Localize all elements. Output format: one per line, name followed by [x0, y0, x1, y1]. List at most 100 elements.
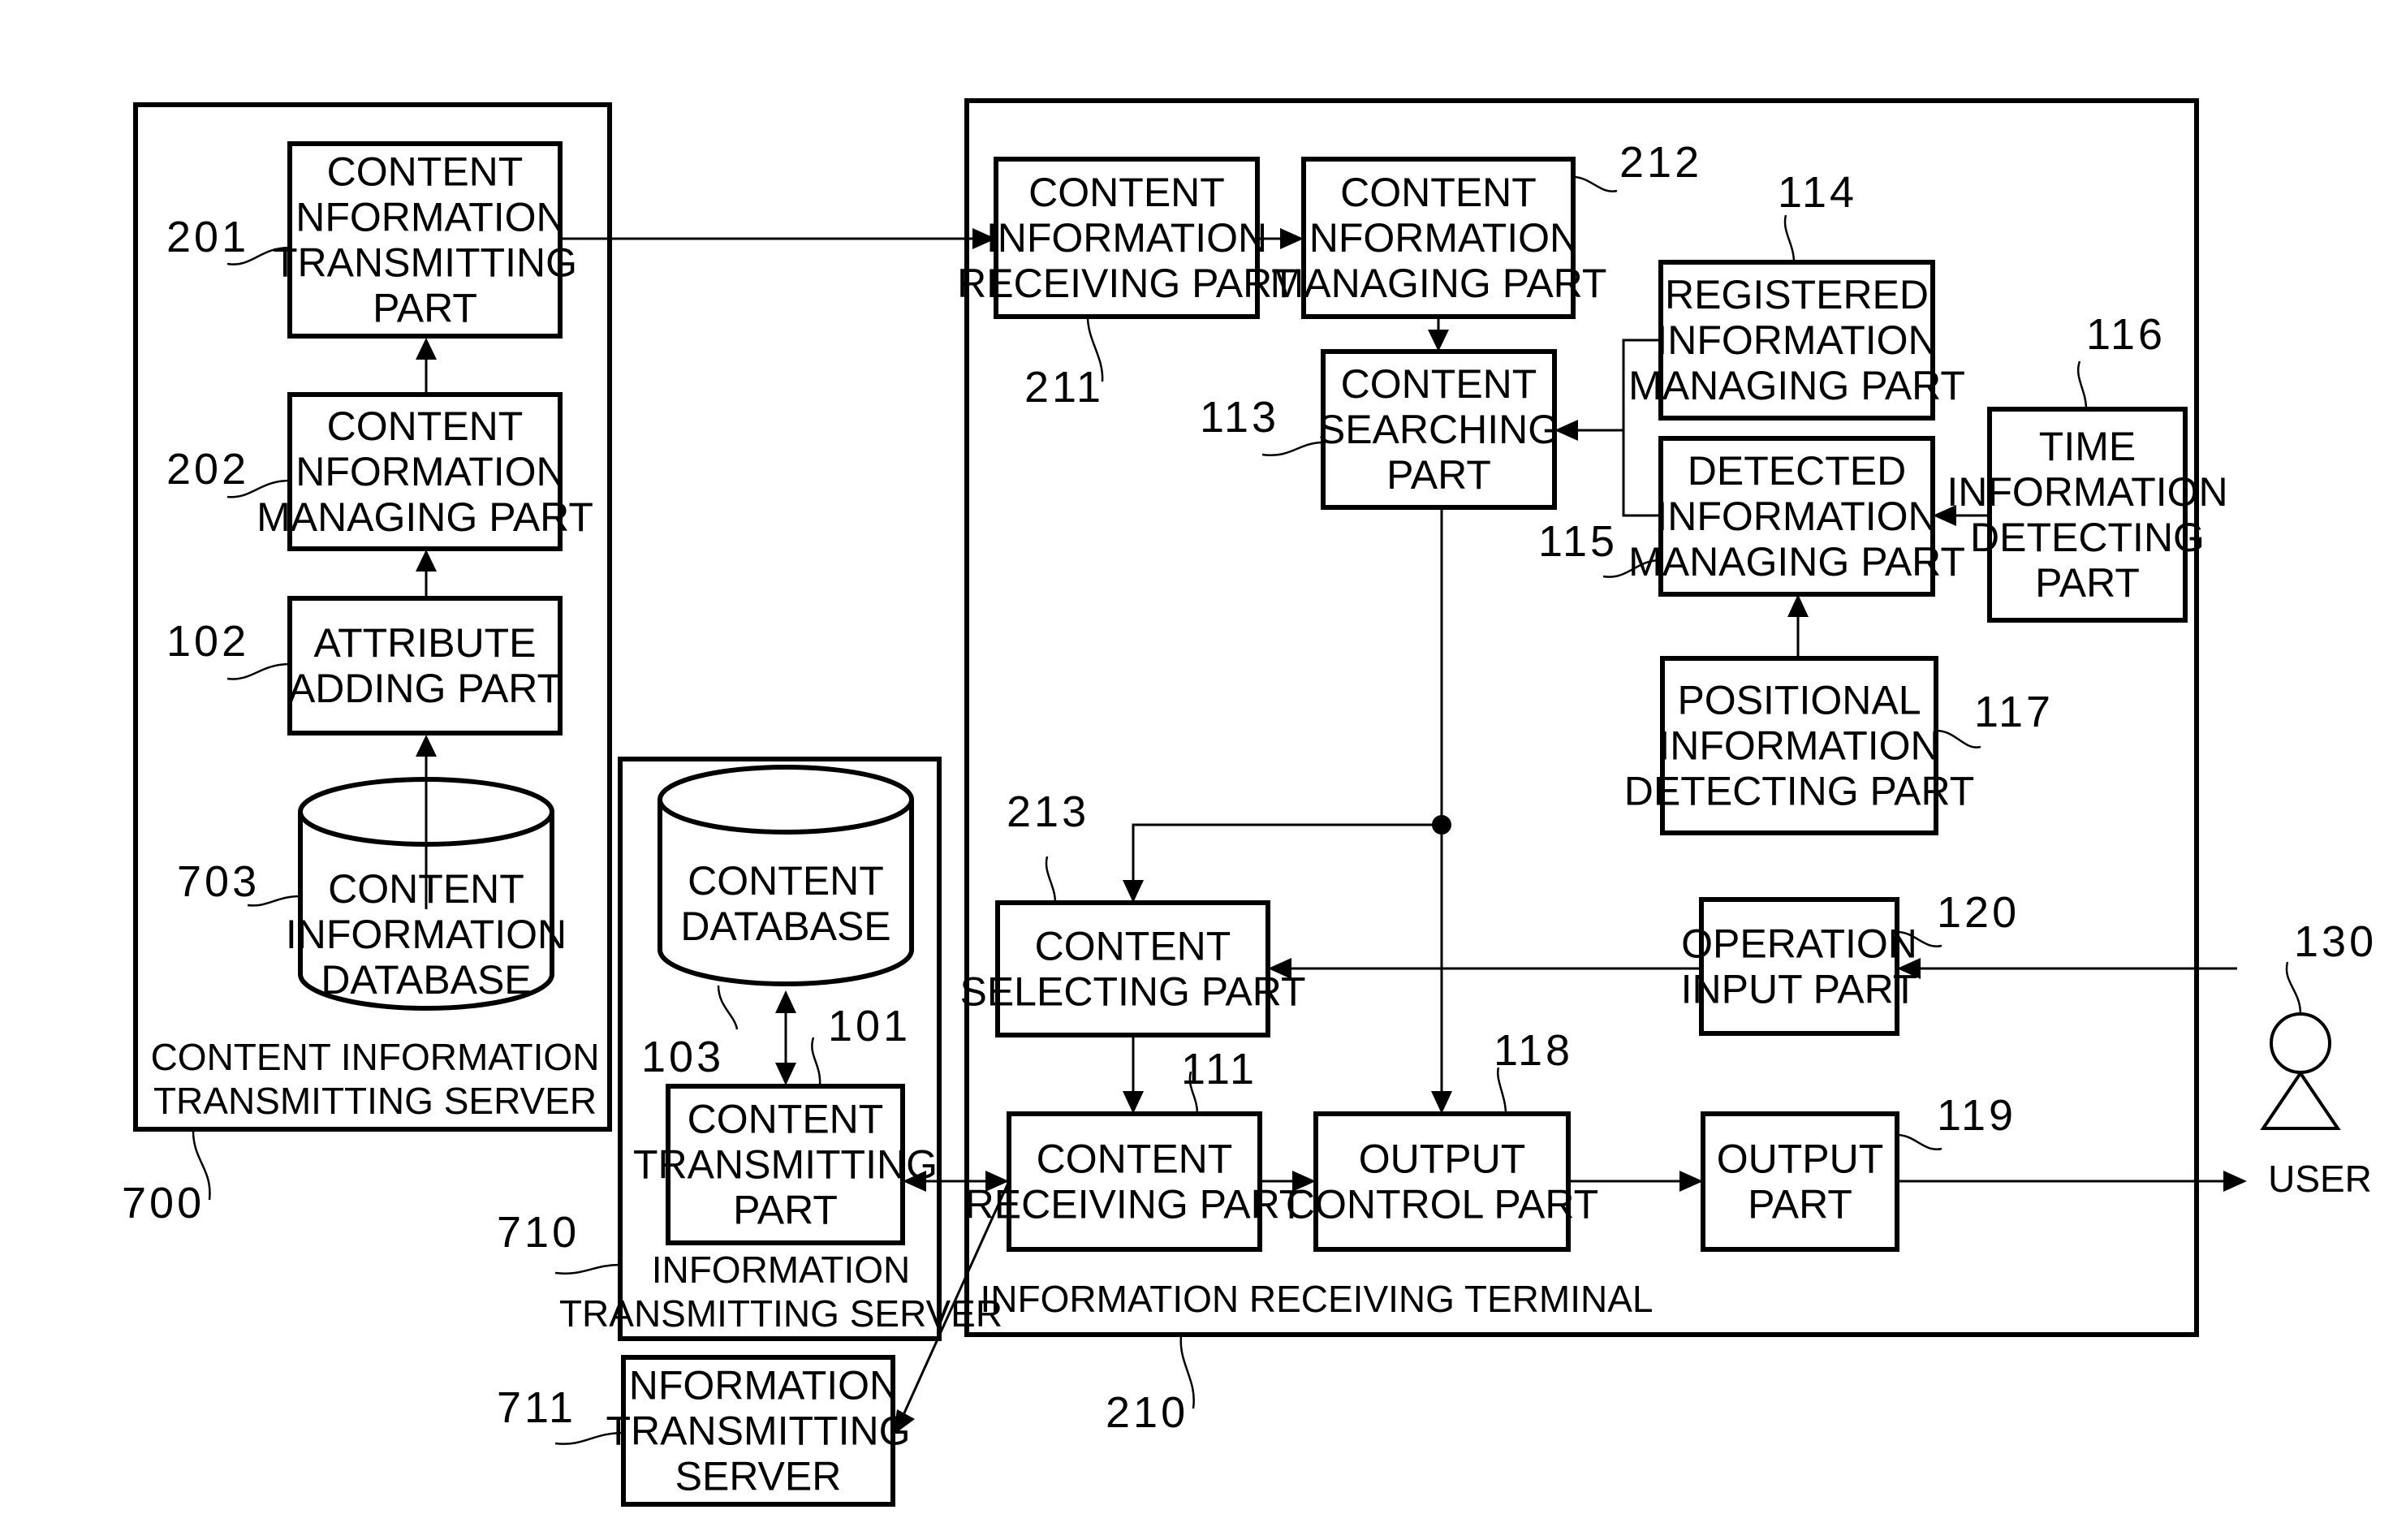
- block-114: REGISTEREDINFORMATIONMANAGING PART 114: [1628, 168, 1965, 421]
- block-212-label-line: INFORMATION: [1298, 215, 1579, 261]
- ref-202: 202: [166, 445, 249, 494]
- db-103-line1: CONTENT: [688, 858, 884, 904]
- block-113-label-line: CONTENT: [1341, 361, 1537, 407]
- block-101-label-line: TRANSMITTING: [633, 1142, 938, 1188]
- block-119-label-line: PART: [1748, 1182, 1852, 1227]
- leader-line-101: [811, 1037, 821, 1087]
- ref-101: 101: [828, 1002, 911, 1050]
- container-700-caption-line1: CONTENT INFORMATION: [151, 1036, 600, 1078]
- block-202: CONTENTINFORMATIONMANAGING PART202: [166, 392, 593, 551]
- ref-116: 116: [2086, 310, 2166, 359]
- ref-711: 711: [497, 1383, 576, 1432]
- ref-700: 700: [122, 1179, 205, 1227]
- container-710-caption-line1: INFORMATION: [652, 1249, 911, 1291]
- leader-line-102: [226, 662, 291, 680]
- ref-113: 113: [1200, 393, 1279, 442]
- block-212-label-line: CONTENT: [1340, 170, 1537, 215]
- ref-211: 211: [1024, 363, 1104, 412]
- block-115-label-line: INFORMATION: [1656, 494, 1937, 539]
- ref-119: 119: [1937, 1091, 2016, 1140]
- block-113: CONTENTSEARCHINGPART 113: [1200, 349, 1559, 510]
- block-116-label-line: PART: [2035, 560, 2140, 606]
- block-120-label-line: OPERATION: [1681, 921, 1917, 967]
- db-703-line2: INFORMATION: [286, 912, 567, 957]
- ref-103: 103: [641, 1033, 724, 1081]
- block-118-label-line: CONTROL PART: [1286, 1182, 1598, 1227]
- user-label: USER: [2268, 1158, 2372, 1200]
- block-201: CONTENTINFORMATIONTRANSMITTINGPART 201: [166, 141, 577, 339]
- block-113-label-line: PART: [1386, 452, 1491, 498]
- block-113-label-line: SEARCHING: [1318, 407, 1559, 452]
- leader-line-116: [2076, 360, 2088, 410]
- db-103-line2: DATABASE: [680, 904, 890, 949]
- ref-114: 114: [1778, 168, 1857, 217]
- leader-line-213: [1045, 856, 1057, 904]
- block-115-label-line: MANAGING PART: [1628, 539, 1965, 585]
- block-120-label-line: INPUT PART: [1681, 967, 1918, 1012]
- block-201-label-line: INFORMATION: [284, 195, 565, 240]
- container-210-caption: INFORMATION RECEIVING TERMINAL: [981, 1278, 1654, 1320]
- block-diagram: CONTENT INFORMATION TRANSMITTING SERVER …: [122, 98, 2377, 1507]
- block-213-label-line: SELECTING PART: [959, 969, 1305, 1015]
- db-703-line3: DATABASE: [321, 957, 531, 1003]
- database-703: CONTENT INFORMATION DATABASE 703: [177, 777, 567, 1011]
- ref-201: 201: [166, 213, 249, 261]
- ref-213: 213: [1007, 787, 1089, 836]
- block-711-label-line: SERVER: [675, 1454, 842, 1499]
- block-115: DETECTEDINFORMATIONMANAGING PART115: [1538, 436, 1965, 597]
- block-115-label-line: DETECTED: [1688, 448, 1906, 494]
- block-213-label-line: CONTENT: [1035, 924, 1231, 969]
- block-211-label-line: CONTENT: [1028, 170, 1225, 215]
- block-119: OUTPUTPART 119: [1701, 1091, 2016, 1252]
- block-114-label-line: MANAGING PART: [1628, 363, 1965, 408]
- ref-102: 102: [166, 617, 249, 666]
- ref-130: 130: [2294, 917, 2377, 966]
- leader-line-212: [1572, 175, 1618, 192]
- block-212: CONTENTINFORMATIONMANAGING PART 212: [1270, 138, 1702, 319]
- block-211-label-line: INFORMATION: [986, 215, 1267, 261]
- ref-212: 212: [1619, 138, 1702, 187]
- block-111-label-line: CONTENT: [1037, 1137, 1233, 1182]
- block-116: TIMEINFORMATIONDETECTINGPART 116: [1947, 310, 2228, 623]
- block-116-label-line: DETECTING: [1970, 515, 2205, 560]
- user-body-icon: [2260, 1070, 2341, 1130]
- block-101-label-line: CONTENT: [688, 1097, 884, 1142]
- block-111-label-line: RECEIVING PART: [965, 1182, 1304, 1227]
- block-116-label-line: TIME: [2039, 424, 2136, 469]
- block-201-label-line: PART: [373, 286, 477, 331]
- ref-210: 210: [1106, 1388, 1188, 1437]
- block-211-label-line: RECEIVING PART: [957, 261, 1296, 306]
- ref-117: 117: [1974, 688, 2054, 736]
- block-102: ATTRIBUTEADDING PART 102: [166, 596, 563, 735]
- leader-line-113: [1261, 441, 1324, 457]
- user-actor: 130 USER: [2260, 917, 2377, 1200]
- ref-120: 120: [1937, 888, 2020, 937]
- block-116-label-line: INFORMATION: [1947, 469, 2227, 515]
- container-700-caption-line2: TRANSMITTING SERVER: [153, 1080, 597, 1122]
- block-211: CONTENTINFORMATIONRECEIVING PART 211: [957, 157, 1296, 412]
- block-118-label-line: OUTPUT: [1359, 1137, 1526, 1182]
- block-212-label-line: MANAGING PART: [1270, 261, 1607, 306]
- ref-111: 111: [1181, 1045, 1257, 1094]
- leader-line-114: [1783, 214, 1796, 263]
- block-117-label-line: DETECTING PART: [1624, 769, 1975, 814]
- block-102-label-line: ATTRIBUTE: [313, 620, 536, 666]
- ref-703: 703: [177, 857, 260, 906]
- block-711-label-line: TRANSMITTING: [606, 1408, 911, 1454]
- block-202-label-line: CONTENT: [327, 403, 524, 449]
- block-117-label-line: INFORMATION: [1658, 723, 1939, 769]
- block-202-label-line: MANAGING PART: [257, 494, 593, 540]
- block-201-label-line: TRANSMITTING: [273, 240, 577, 286]
- block-117: POSITIONALINFORMATIONDETECTING PART 117: [1624, 656, 2054, 835]
- block-120: OPERATIONINPUT PART 120: [1681, 888, 2020, 1036]
- block-711-label-line: INFORMATION: [618, 1363, 899, 1408]
- leader-line-119: [1896, 1133, 1942, 1150]
- ref-118: 118: [1494, 1026, 1573, 1075]
- block-119-label-line: OUTPUT: [1717, 1137, 1884, 1182]
- block-114-label-line: REGISTERED: [1665, 272, 1929, 317]
- block-202-label-line: INFORMATION: [284, 449, 565, 494]
- block-201-label-line: CONTENT: [327, 149, 524, 195]
- block-711: INFORMATIONTRANSMITTINGSERVER 711: [497, 1355, 911, 1507]
- ref-115: 115: [1538, 517, 1618, 566]
- ref-710: 710: [497, 1208, 580, 1257]
